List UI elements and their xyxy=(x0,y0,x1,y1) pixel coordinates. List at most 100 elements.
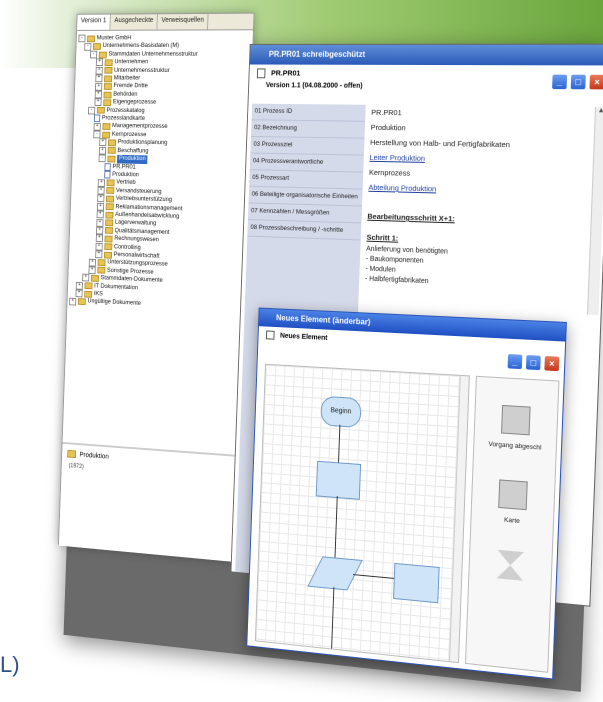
folder-icon xyxy=(104,227,113,235)
folder-icon xyxy=(107,155,116,163)
document-tree: - Muster GmbH - Unternehmens-Basisdaten (M)… xyxy=(67,30,253,317)
palette-label: Vorgang abgeschl xyxy=(488,440,542,452)
expand-icon[interactable]: + xyxy=(96,218,104,227)
folder-icon xyxy=(107,147,116,155)
tree-node-label: Unternehmensstruktur xyxy=(114,66,170,74)
screenshot-stage: Version 1 Ausgecheckte Verweisquellen -M… xyxy=(0,0,603,702)
diagram-canvas[interactable]: Beginn xyxy=(254,363,470,664)
expand-icon[interactable]: + xyxy=(94,90,102,99)
collapse-icon[interactable]: - xyxy=(88,106,96,115)
scroll-up-icon[interactable]: ▲ xyxy=(596,107,603,114)
folder-icon xyxy=(84,282,93,290)
shape-palette: Vorgang abgeschl Karte xyxy=(464,375,560,673)
element-icon xyxy=(265,330,275,340)
minimize-button[interactable]: _ xyxy=(550,73,569,91)
expand-icon[interactable]: + xyxy=(95,66,103,75)
folder-icon xyxy=(105,203,114,211)
property-label[interactable]: 03 Prozessziel xyxy=(250,136,365,156)
start-node[interactable]: Beginn xyxy=(320,395,362,429)
expand-icon[interactable]: + xyxy=(95,58,104,67)
window-title: PR.PR01 schreibgeschützt xyxy=(249,44,603,66)
version-label: Version 1.1 (04.08.2000 - offen) xyxy=(265,82,363,90)
tab-references[interactable]: Verweisquellen xyxy=(157,13,209,30)
folder-icon xyxy=(103,251,113,259)
tree-node-label: Stammdaten Unternehmensstruktur xyxy=(108,50,198,58)
dialog-subtitle: Neues Element xyxy=(279,332,328,342)
folder-icon xyxy=(103,91,112,99)
folder-icon xyxy=(103,83,112,91)
close-button[interactable]: × xyxy=(588,73,603,91)
expand-icon[interactable]: + xyxy=(95,74,103,83)
folder-icon xyxy=(84,290,93,298)
palette-item-hourglass[interactable] xyxy=(469,547,551,583)
expand-icon[interactable]: + xyxy=(88,258,97,267)
expand-icon[interactable]: + xyxy=(96,210,104,219)
expand-icon[interactable]: + xyxy=(99,138,107,147)
collapse-icon[interactable]: - xyxy=(93,130,101,139)
folder-icon xyxy=(106,187,115,195)
new-element-dialog: Neues Element (änderbar) Neues Element _… xyxy=(246,307,567,680)
collapse-icon[interactable]: - xyxy=(78,34,86,43)
folder-icon xyxy=(105,211,114,219)
collapse-icon[interactable]: - xyxy=(84,42,92,51)
folder-icon xyxy=(97,267,106,275)
folder-icon xyxy=(106,179,115,187)
maximize-button[interactable]: □ xyxy=(569,73,587,91)
document-icon xyxy=(104,170,111,179)
property-label[interactable]: 08 Prozessbeschreibung / -schritte xyxy=(247,219,362,241)
expand-icon[interactable]: + xyxy=(69,297,77,306)
palette-item-card[interactable]: Karte xyxy=(471,477,554,527)
tree-node-label: Mitarbeiter xyxy=(113,74,141,82)
tree-node[interactable]: - Muster GmbH xyxy=(78,34,251,43)
connector-line xyxy=(331,587,335,649)
expand-icon[interactable]: + xyxy=(93,122,101,131)
palette-item-process-end[interactable]: Vorgang abgeschl xyxy=(474,403,557,452)
folder-icon xyxy=(97,259,106,267)
expand-icon[interactable]: + xyxy=(94,98,102,107)
tree-node[interactable]: - Stammdaten Unternehmensstruktur xyxy=(78,51,251,59)
folder-icon xyxy=(105,219,114,227)
tree-node[interactable]: - Unternehmens-Basisdaten (M) xyxy=(78,42,251,51)
document-icon xyxy=(104,162,111,171)
app-scene: Version 1 Ausgecheckte Verweisquellen -M… xyxy=(55,6,603,692)
expand-icon[interactable]: + xyxy=(75,289,83,298)
dialog-maximize-button[interactable]: □ xyxy=(524,353,542,372)
process-node[interactable] xyxy=(315,460,362,500)
expand-icon[interactable]: + xyxy=(98,146,107,155)
process-shape-icon xyxy=(501,404,531,436)
connector-line xyxy=(338,424,341,463)
expand-icon[interactable]: + xyxy=(94,82,103,91)
folder-icon xyxy=(104,243,113,251)
collapse-icon[interactable]: - xyxy=(89,50,98,59)
expand-icon[interactable]: + xyxy=(82,274,90,282)
dialog-controls: _ □ × xyxy=(506,352,561,373)
property-label[interactable]: 01 Prozess ID xyxy=(251,103,366,122)
expand-icon[interactable]: + xyxy=(95,242,103,251)
expand-icon[interactable]: + xyxy=(96,226,104,235)
tree-tabs: Version 1 Ausgecheckte Verweisquellen xyxy=(77,13,254,31)
folder-icon xyxy=(96,107,105,114)
expand-icon[interactable]: + xyxy=(97,186,105,195)
expand-icon[interactable]: + xyxy=(97,194,105,203)
tree-node-label: Behörden xyxy=(113,90,138,98)
folder-icon xyxy=(107,139,117,147)
dialog-close-button[interactable]: × xyxy=(543,354,561,373)
step-lines: Anlieferung von benötigten - Baukomponent… xyxy=(365,245,585,294)
dialog-minimize-button[interactable]: _ xyxy=(506,352,524,371)
folder-icon xyxy=(104,59,113,66)
expand-icon[interactable]: + xyxy=(88,266,96,275)
hourglass-icon-bottom xyxy=(496,564,524,581)
expand-icon[interactable]: + xyxy=(75,281,83,290)
folder-icon xyxy=(67,449,77,459)
expand-icon[interactable]: + xyxy=(96,202,105,211)
expand-icon[interactable]: + xyxy=(95,234,104,243)
collapse-icon[interactable]: - xyxy=(98,154,106,163)
expand-icon[interactable]: + xyxy=(95,250,103,259)
expand-icon[interactable]: + xyxy=(97,178,105,187)
process-node-2[interactable] xyxy=(393,562,440,604)
tab-version[interactable]: Version 1 xyxy=(77,14,111,30)
tab-checked-out[interactable]: Ausgecheckte xyxy=(110,14,159,30)
property-label[interactable]: 02 Bezeichnung xyxy=(250,120,366,139)
folder-icon xyxy=(104,235,113,243)
tree-node-label: Muster GmbH xyxy=(96,34,132,42)
